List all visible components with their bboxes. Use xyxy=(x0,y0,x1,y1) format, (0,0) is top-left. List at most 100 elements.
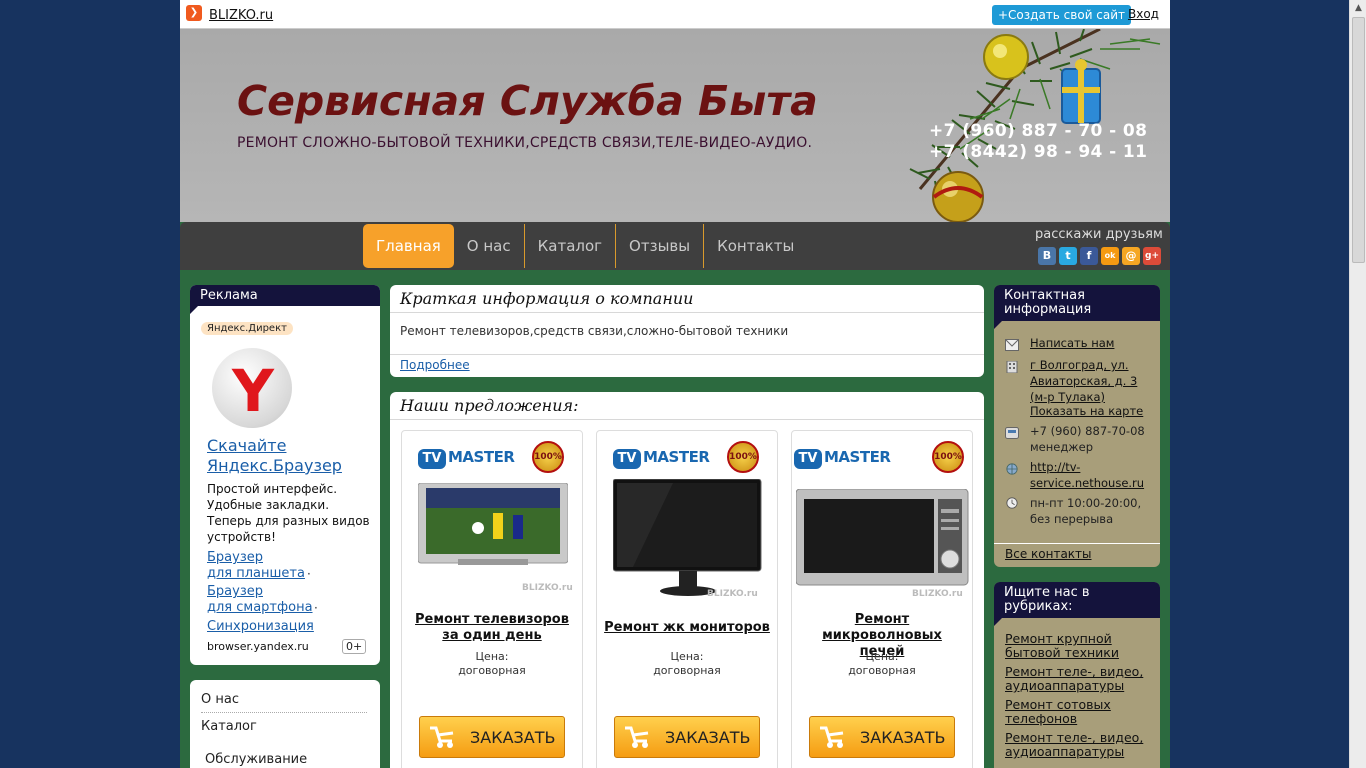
order-button-label: ЗАКАЗАТЬ xyxy=(470,728,556,747)
nav-item-about[interactable]: О нас xyxy=(454,224,525,268)
website-link[interactable]: http://tv-service.nethouse.ru xyxy=(1030,459,1155,491)
show-map-link[interactable]: Показать на карте xyxy=(1030,403,1155,419)
company-info-more-link[interactable]: Подробнее xyxy=(390,354,984,375)
order-button-label: ЗАКАЗАТЬ xyxy=(665,728,751,747)
offer-price-label: Цена: xyxy=(670,650,704,663)
offers-box: Наши предложения: TV MASTER 100% BLIZKO.… xyxy=(390,392,984,768)
ad-link-phone-b[interactable]: для смартфона xyxy=(207,600,313,616)
offer-price: договорная xyxy=(458,664,526,677)
left-menu: О нас Каталог Обслуживание xyxy=(190,680,380,768)
rubrics-box: Ищите нас в рубриках: Ремонт крупной быт… xyxy=(994,582,1160,768)
tv-master-logo-box: TV xyxy=(613,449,641,469)
rubric-link[interactable]: Ремонт теле-, видео, аудиоаппаратуры xyxy=(1005,665,1157,693)
ad-age-badge: 0+ xyxy=(342,639,367,654)
work-hours: пн-пт 10:00-20:00, без перерыва xyxy=(1030,496,1142,526)
watermark: BLIZKO.ru xyxy=(707,589,758,599)
tv-master-logo: TV MASTER xyxy=(613,445,717,475)
nav-item-reviews[interactable]: Отзывы xyxy=(616,224,705,268)
yandex-y-icon[interactable]: Y xyxy=(232,357,274,425)
left-menu-item-service[interactable]: Обслуживание xyxy=(205,752,307,767)
nav-item-contacts[interactable]: Контакты xyxy=(704,224,807,268)
offer-price: договорная xyxy=(653,664,721,677)
ad-dot-2: · xyxy=(314,601,318,615)
ad-heading: Реклама xyxy=(190,285,380,314)
ad-main-link[interactable]: Скачайте Яндекс.Браузер xyxy=(207,436,372,476)
googleplus-share-icon[interactable]: g+ xyxy=(1143,247,1161,265)
order-button[interactable]: ЗАКАЗАТЬ xyxy=(809,716,955,758)
contacts-heading: Контактная информация xyxy=(994,285,1160,329)
tv-master-logo-box: TV xyxy=(794,449,822,469)
header-phone-1: +7 (960) 887 - 70 - 08 xyxy=(929,121,1148,141)
ad-link-sync[interactable]: Синхронизация xyxy=(207,619,314,635)
microwave-image[interactable] xyxy=(796,489,970,589)
tv-master-logo-text: MASTER xyxy=(824,448,891,466)
write-us-link[interactable]: Написать нам xyxy=(1030,335,1155,351)
ad-link-phone-a[interactable]: Браузер xyxy=(207,584,263,600)
mail-icon xyxy=(1005,339,1019,351)
main-nav: Главная О нас Каталог Отзывы Контакты ра… xyxy=(180,222,1170,270)
top-bar: ❯ BLIZKO.ru +Создать свой сайт Вход xyxy=(180,0,1170,29)
contact-phone: +7 (960) 887-70-08 xyxy=(1030,424,1145,438)
watermark: BLIZKO.ru xyxy=(912,589,963,599)
left-menu-item-catalog[interactable]: Каталог xyxy=(201,719,257,734)
odnoklassniki-share-icon[interactable]: ok xyxy=(1101,247,1119,265)
site-title: Сервисная Служба Быта xyxy=(237,77,818,125)
ad-link-tablet-a[interactable]: Браузер xyxy=(207,550,263,566)
offer-card[interactable]: TV MASTER 100% BLIZKO.ru Ремонт телевизо… xyxy=(401,430,583,768)
lcd-monitor-image[interactable] xyxy=(613,479,763,597)
phone-icon xyxy=(1005,427,1019,439)
offer-title[interactable]: Ремонт жк мониторов xyxy=(603,620,771,636)
offer-card[interactable]: TV MASTER 100% BLIZKO.ru Ремонт жк монит… xyxy=(596,430,778,768)
nav-menu: Главная О нас Каталог Отзывы Контакты xyxy=(363,224,807,268)
tv-master-logo: TV MASTER xyxy=(794,445,898,475)
offer-price-label: Цена: xyxy=(475,650,509,663)
facebook-share-icon[interactable]: f xyxy=(1080,247,1098,265)
left-menu-item-about[interactable]: О нас xyxy=(201,692,239,707)
all-contacts-link[interactable]: Все контакты xyxy=(994,543,1160,564)
tv-master-logo-text: MASTER xyxy=(448,448,515,466)
mailru-share-icon[interactable]: @ xyxy=(1122,247,1140,265)
blizko-logo-icon[interactable]: ❯ xyxy=(186,5,202,21)
guarantee-medal: 100% xyxy=(532,441,564,473)
order-button[interactable]: ЗАКАЗАТЬ xyxy=(614,716,760,758)
building-icon xyxy=(1006,361,1018,373)
page: ❯ BLIZKO.ru +Создать свой сайт Вход Серв… xyxy=(180,0,1170,768)
page-scrollbar[interactable]: ▲ xyxy=(1349,0,1366,768)
yandex-direct-badge[interactable]: Яндекс.Директ xyxy=(201,322,293,335)
vk-share-icon[interactable]: В xyxy=(1038,247,1056,265)
order-button-label: ЗАКАЗАТЬ xyxy=(860,728,946,747)
cart-icon xyxy=(430,726,454,748)
offer-title[interactable]: Ремонт телевизоров за один день xyxy=(408,612,576,644)
watermark: BLIZKO.ru xyxy=(522,583,573,593)
scrollbar-thumb[interactable] xyxy=(1352,17,1365,263)
site-subtitle: РЕМОНТ СЛОЖНО-БЫТОВОЙ ТЕХНИКИ,СРЕДСТВ СВ… xyxy=(237,135,813,151)
rubric-link[interactable]: Ремонт крупной бытовой техники xyxy=(1005,632,1157,660)
company-info-box: Краткая информация о компании Ремонт тел… xyxy=(390,285,984,377)
login-link[interactable]: Вход xyxy=(1128,7,1159,21)
offer-price-label: Цена: xyxy=(865,650,899,663)
tv-image[interactable] xyxy=(418,483,568,567)
order-button[interactable]: ЗАКАЗАТЬ xyxy=(419,716,565,758)
globe-icon xyxy=(1006,463,1018,475)
ad-text: Простой интерфейс. Удобные закладки. Теп… xyxy=(207,482,370,544)
rubrics-heading: Ищите нас в рубриках: xyxy=(994,582,1160,626)
cart-icon xyxy=(625,726,649,748)
rubric-link[interactable]: Ремонт сотовых телефонов xyxy=(1005,698,1157,726)
offer-card[interactable]: TV MASTER 100% BLIZKO.ru Ремонт микровол… xyxy=(791,430,973,768)
company-info-title: Краткая информация о компании xyxy=(390,285,984,313)
rubric-link[interactable]: Ремонт теле-, видео, аудиоаппаратуры xyxy=(1005,731,1157,759)
scroll-up-arrow-icon[interactable]: ▲ xyxy=(1350,0,1366,17)
create-site-button[interactable]: +Создать свой сайт xyxy=(992,5,1132,25)
ad-link-tablet-b[interactable]: для планшета xyxy=(207,566,305,582)
tv-master-logo: TV MASTER xyxy=(418,445,522,475)
ad-domain: browser.yandex.ru xyxy=(207,640,309,653)
share-icons: В t f ok @ g+ xyxy=(1038,247,1161,265)
header-phone-2: +7 (8442) 98 - 94 - 11 xyxy=(929,142,1148,162)
address-link[interactable]: г Волгоград, ул. Авиаторская, д. 3 (м-р … xyxy=(1030,357,1155,405)
blizko-site-link[interactable]: BLIZKO.ru xyxy=(209,8,273,23)
nav-item-catalog[interactable]: Каталог xyxy=(525,224,617,268)
guarantee-medal: 100% xyxy=(727,441,759,473)
twitter-share-icon[interactable]: t xyxy=(1059,247,1077,265)
nav-item-home[interactable]: Главная xyxy=(363,224,454,268)
ad-dot-1: · xyxy=(307,567,311,581)
